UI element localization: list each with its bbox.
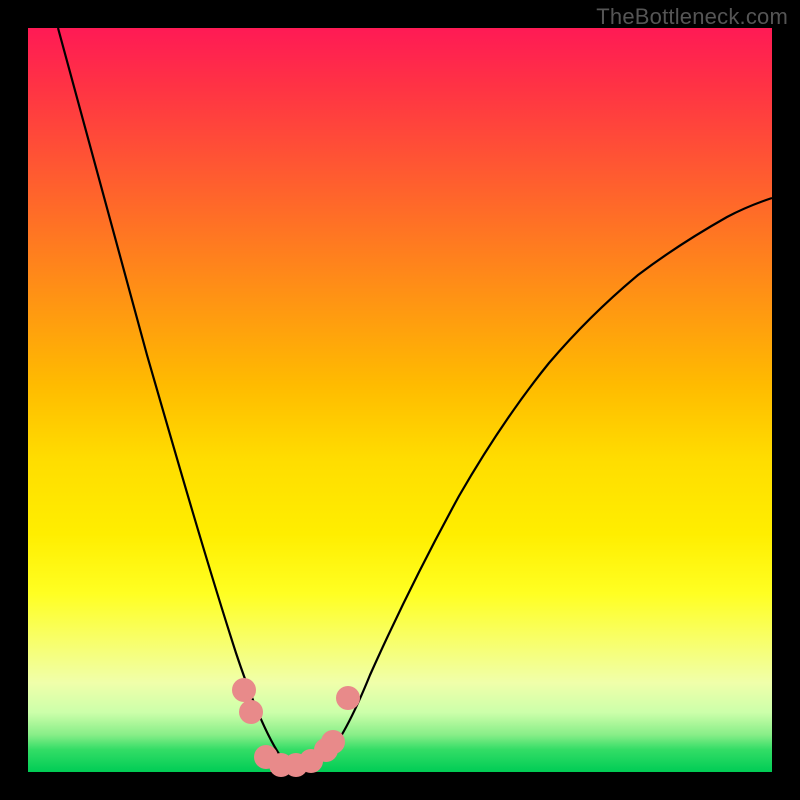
chart-outer-frame: TheBottleneck.com (0, 0, 800, 800)
data-marker (232, 678, 256, 702)
data-marker (239, 700, 263, 724)
data-marker (336, 686, 360, 710)
chart-plot-area (28, 28, 772, 772)
watermark-text: TheBottleneck.com (596, 4, 788, 30)
data-marker (321, 730, 345, 754)
curve-path (58, 28, 772, 771)
bottleneck-curve (28, 28, 772, 772)
